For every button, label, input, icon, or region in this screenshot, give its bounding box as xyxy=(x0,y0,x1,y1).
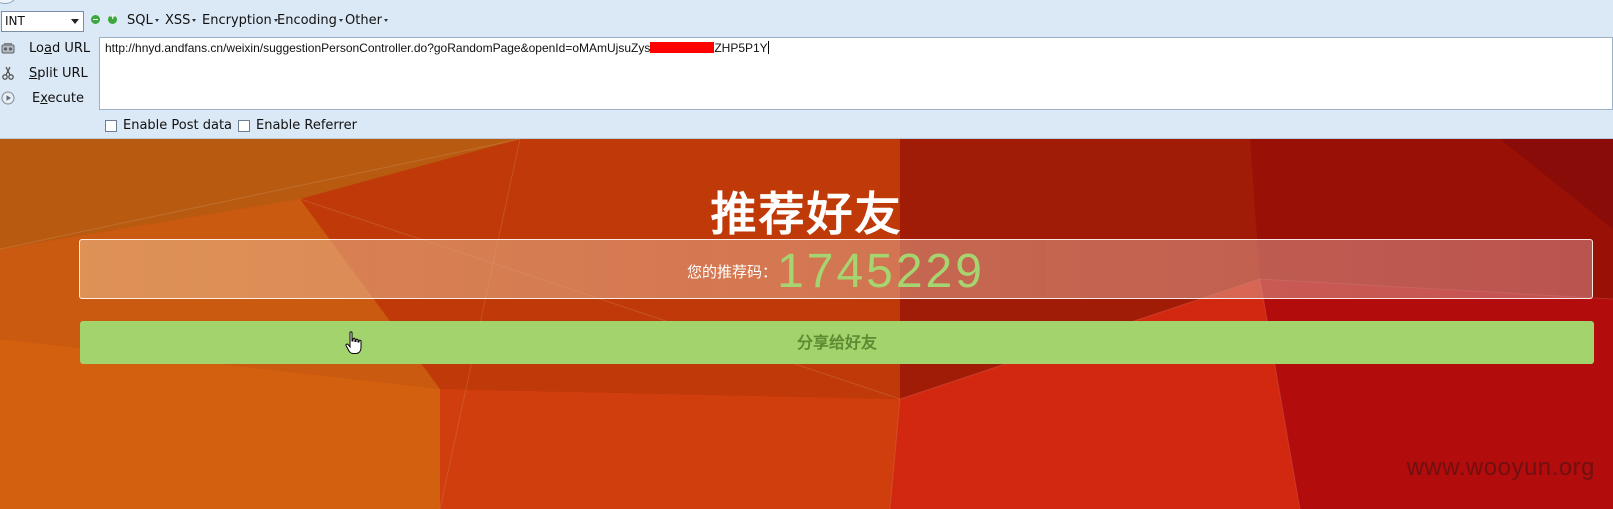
share-to-friends-button[interactable]: 分享给好友 xyxy=(80,321,1594,364)
menu-sql[interactable]: SQL xyxy=(127,13,159,28)
load-url-button[interactable]: Load URL xyxy=(0,38,95,60)
enable-referrer-label: Enable Referrer xyxy=(256,118,357,133)
menu-encryption[interactable]: Encryption xyxy=(202,13,278,28)
play-icon xyxy=(1,91,15,105)
referral-code-box: 您的推荐码：1745229 xyxy=(79,239,1593,299)
url-text-suffix: ZHP5P1Y xyxy=(714,41,768,55)
execute-button[interactable]: Execute xyxy=(0,88,95,110)
menu-encoding[interactable]: Encoding xyxy=(277,13,343,28)
text-caret xyxy=(767,41,769,54)
type-select[interactable]: INT xyxy=(1,11,84,32)
menu-xss[interactable]: XSS xyxy=(165,13,197,28)
checkbox-box[interactable] xyxy=(105,120,117,132)
type-select-value: INT xyxy=(5,14,25,28)
url-text-prefix: http://hnyd.andfans.cn/weixin/suggestion… xyxy=(105,41,651,55)
execute-label: Execute xyxy=(32,91,84,106)
url-textarea[interactable]: http://hnyd.andfans.cn/weixin/suggestion… xyxy=(99,37,1613,110)
scissors-icon xyxy=(2,66,14,80)
increase-icon[interactable] xyxy=(108,12,117,24)
redaction-block xyxy=(650,42,715,53)
split-url-label: Split URL xyxy=(29,66,88,81)
load-url-label: Load URL xyxy=(29,41,91,56)
load-url-icon xyxy=(1,43,15,54)
split-url-button[interactable]: Split URL xyxy=(0,63,95,85)
dropdown-arrow-icon xyxy=(71,19,79,24)
recommend-friend-page: 推荐好友 您的推荐码：1745229 分享给好友 www.wooyun.org xyxy=(0,139,1613,509)
referral-code-value: 1745229 xyxy=(777,245,985,298)
hand-cursor-icon xyxy=(345,331,362,354)
enable-post-data-label: Enable Post data xyxy=(123,118,233,133)
checkbox-box[interactable] xyxy=(238,120,250,132)
watermark: www.wooyun.org xyxy=(1406,454,1595,481)
hackbar-toolbar: INT SQL XSS Encryption Encoding Other Lo… xyxy=(0,0,1613,139)
menu-other[interactable]: Other xyxy=(345,13,388,28)
toolbar-circle-icon xyxy=(0,0,16,4)
page-title: 推荐好友 xyxy=(710,187,903,241)
referral-code-label: 您的推荐码： xyxy=(687,263,778,281)
decrease-icon[interactable] xyxy=(91,15,100,24)
